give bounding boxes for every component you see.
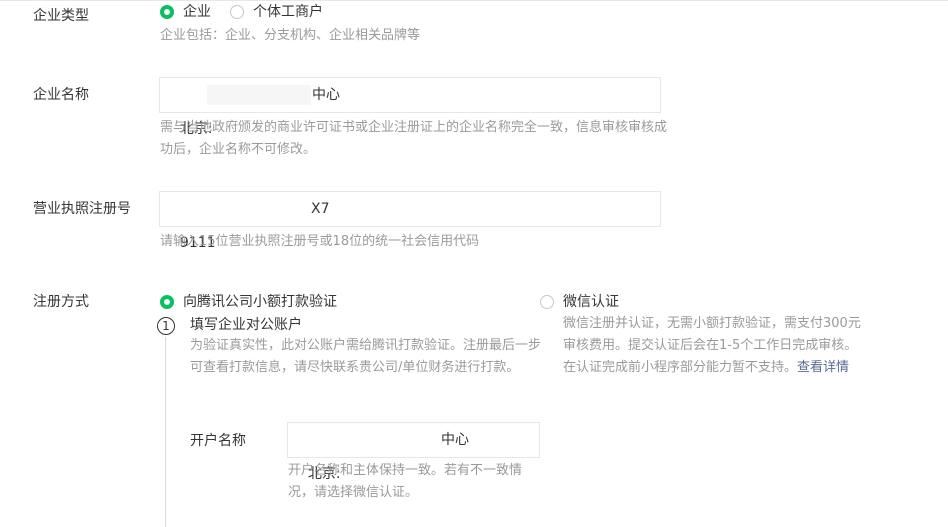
registration-option-transfer[interactable]: 向腾讯公司小额打款验证 [160,292,337,312]
step-number-icon: 1 [157,317,175,335]
enterprise-name-tip: 需与当地政府颁发的商业许可证书或企业注册证上的企业名称完全一致，信息审核审核成功… [160,120,668,157]
radio-checked-icon[interactable] [160,295,174,309]
enterprise-type-option-individual[interactable]: 个体工商户 [230,2,323,22]
step-connector-line [165,337,166,527]
step-title: 填写企业对公账户 [190,317,302,333]
enterprise-name-input[interactable]: 北京: 中心 [159,77,661,137]
account-name-tip: 开户名称和主体保持一致。若有不一致情况，请选择微信认证。 [288,463,523,500]
step-description: 为验证真实性，此对公账户需给腾讯打款验证。注册最后一步可查看打款信息，请尽快联系… [190,338,542,375]
license-number-input[interactable]: 9111 X7 [159,191,661,251]
view-details-link[interactable]: 查看详情 [797,360,849,375]
registration-option-wechat[interactable]: 微信认证 [540,292,619,312]
enterprise-name-label: 企业名称 [33,87,89,103]
registration-method-label: 注册方式 [33,294,89,310]
enterprise-name-value-suffix: 中心 [312,87,340,103]
registration-option-wechat-label: 微信认证 [563,294,619,310]
enterprise-type-tip: 企业包括：企业、分支机构、企业相关品牌等 [160,28,421,43]
redacted-mask [207,85,311,105]
license-number-label: 营业执照注册号 [33,201,131,217]
enterprise-type-option-company[interactable]: 企业 [160,2,211,22]
license-number-tip: 请输入15位营业执照注册号或18位的统一社会信用代码 [160,234,480,249]
radio-checked-icon[interactable] [160,5,174,19]
account-name-value-suffix: 中心 [441,432,469,448]
enterprise-type-option-individual-label: 个体工商户 [253,4,323,20]
enterprise-type-label: 企业类型 [33,8,89,24]
radio-unchecked-icon[interactable] [230,5,244,19]
radio-unchecked-icon[interactable] [540,295,554,309]
account-name-label: 开户名称 [190,433,246,449]
enterprise-type-option-company-label: 企业 [183,4,211,20]
account-name-input[interactable]: 北京: 中心 [287,422,540,482]
wechat-verification-desc: 微信注册并认证，无需小额打款验证，需支付300元审核费用。提交认证后会在1-5个… [563,313,868,379]
registration-option-transfer-label: 向腾讯公司小额打款验证 [183,294,337,310]
license-number-value-suffix: X7 [311,201,330,217]
top-divider [0,0,948,1]
